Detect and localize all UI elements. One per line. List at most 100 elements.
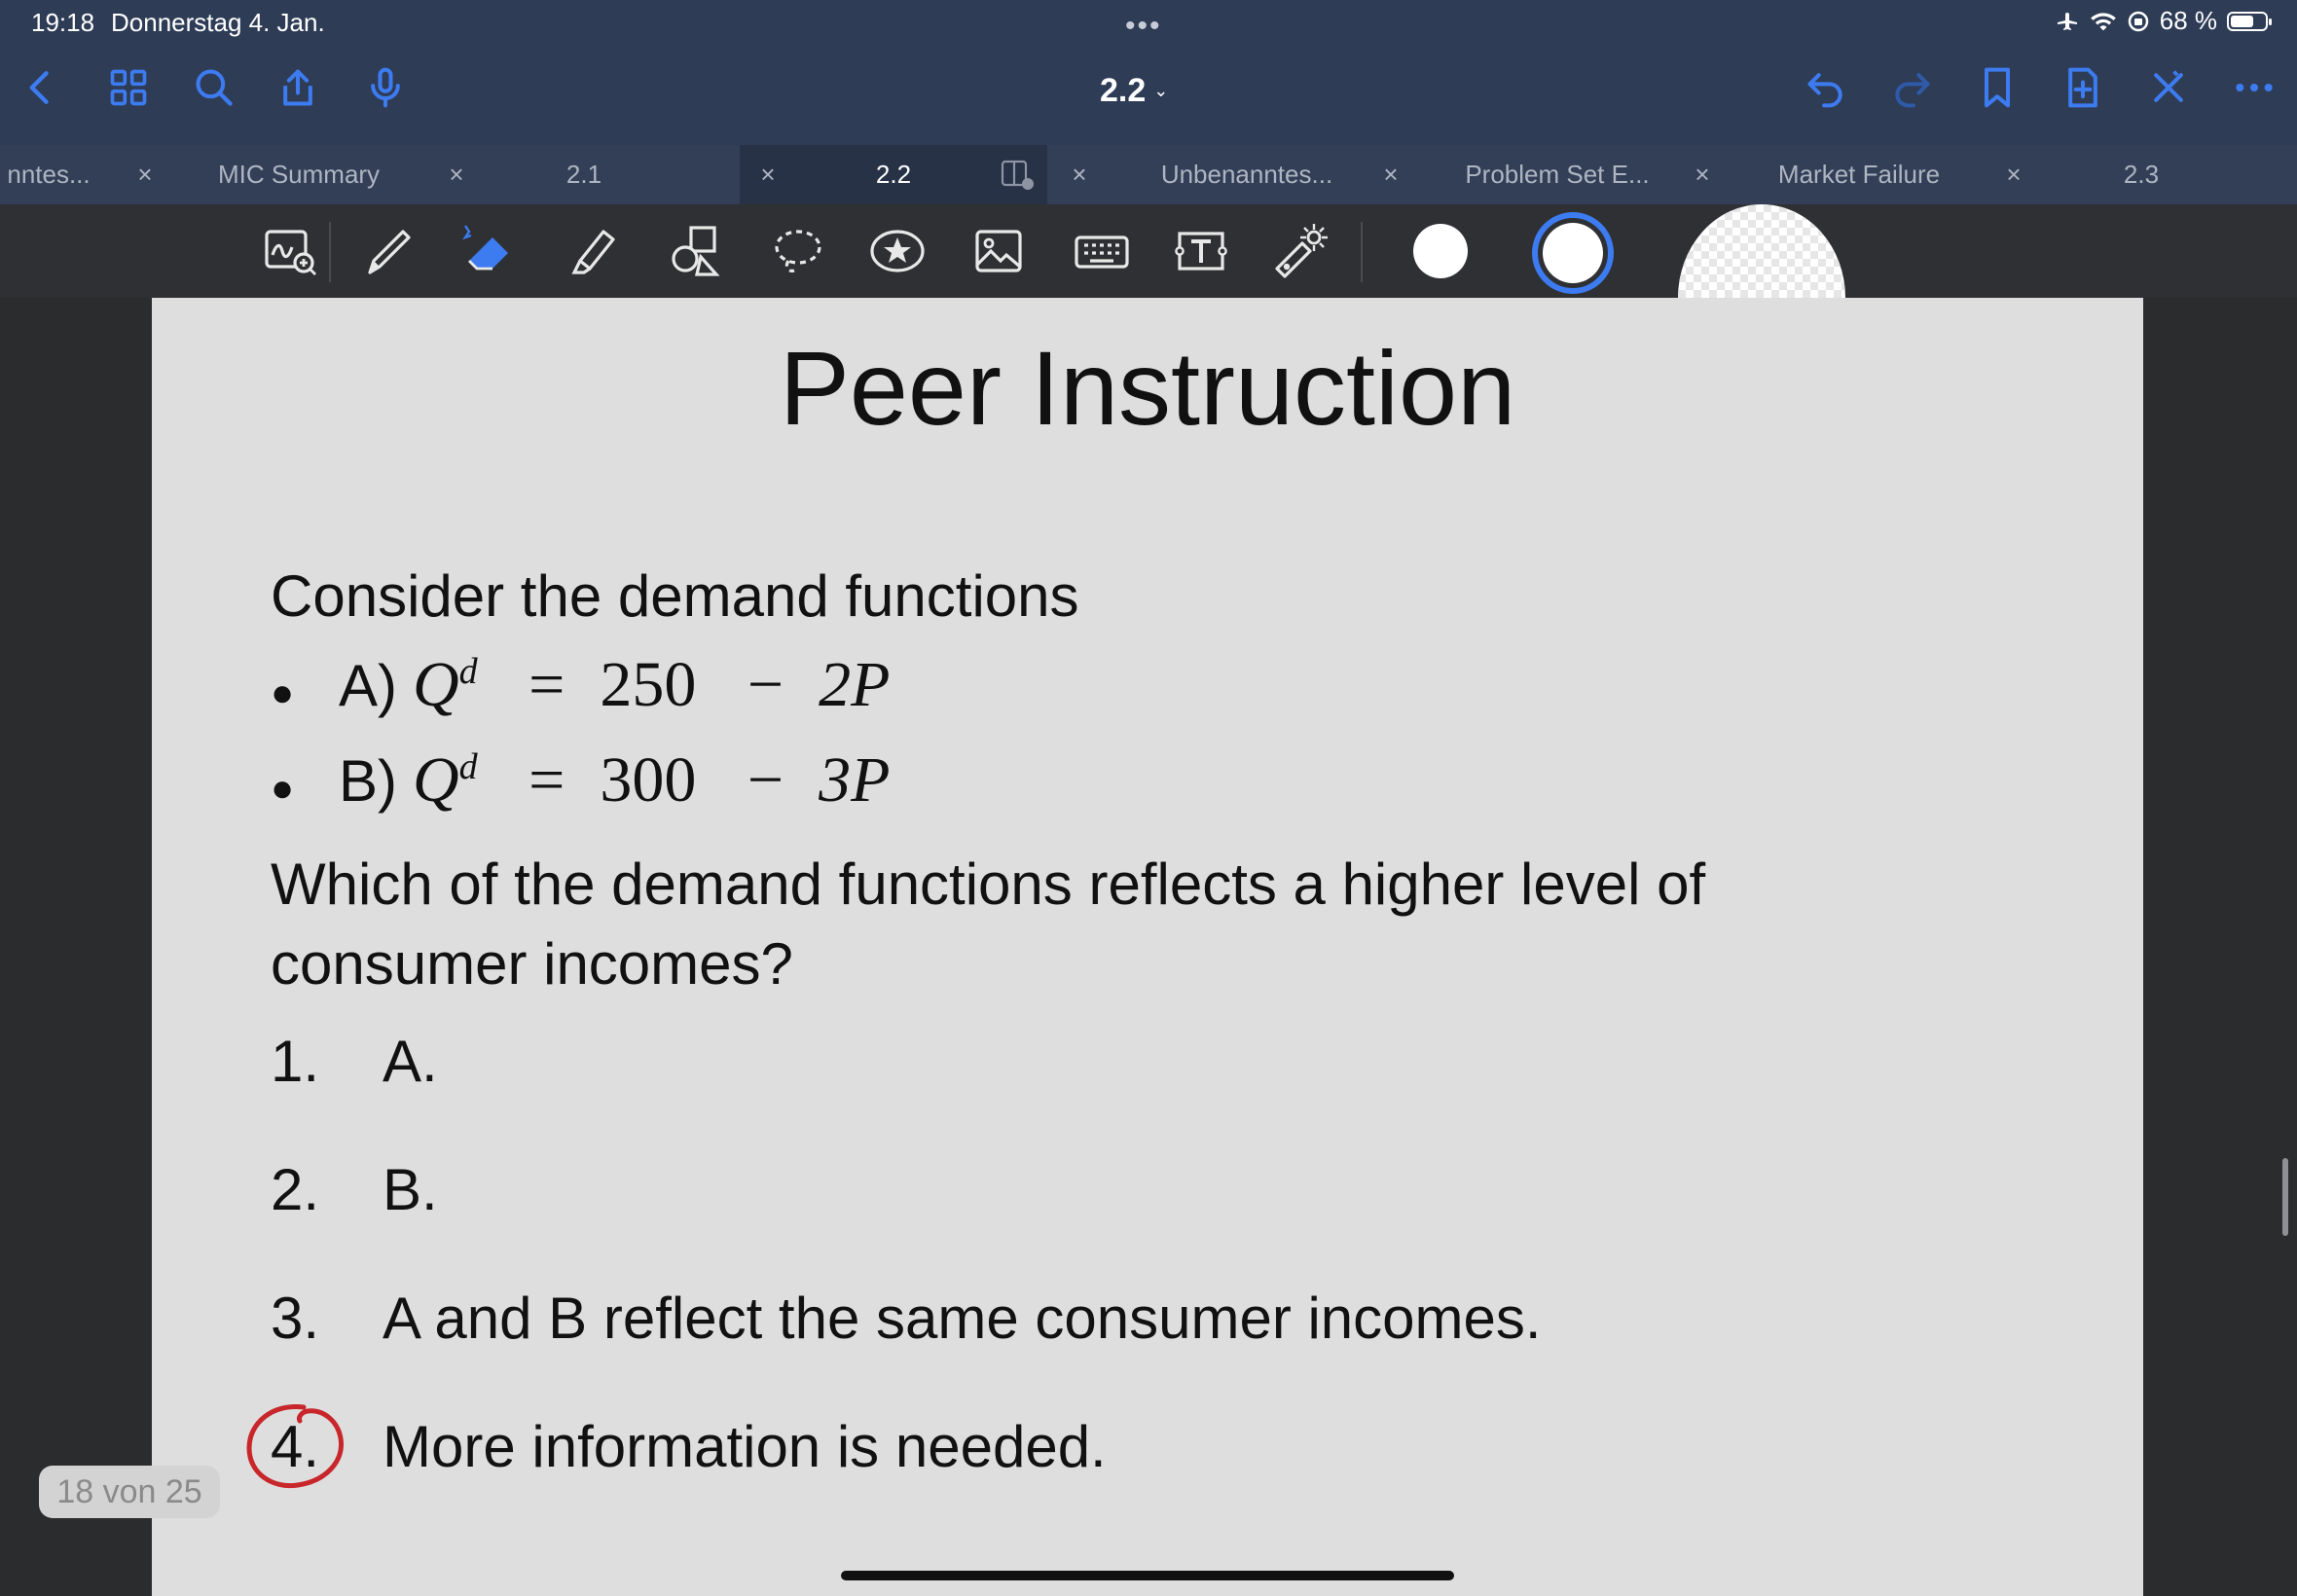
tab-close-icon[interactable]: × xyxy=(130,145,160,204)
tab-mic-summary[interactable]: MIC Summary xyxy=(191,145,407,204)
equation-a: Qd = 250 −2P xyxy=(413,648,890,722)
split-view-icon[interactable] xyxy=(1001,159,1036,192)
image-icon[interactable] xyxy=(966,218,1032,284)
tab-label: 2.3 xyxy=(2123,160,2160,189)
handwritten-circle-annotation[interactable] xyxy=(243,1401,350,1491)
document-tab-bar: nntes... × MIC Summary × 2.1 2.2 × × Unb… xyxy=(0,145,2297,204)
keyboard-icon[interactable] xyxy=(1069,218,1135,284)
shapes-icon[interactable] xyxy=(662,218,728,284)
tab-problem-set[interactable]: Problem Set E... xyxy=(1440,145,1674,204)
eq-term: 2P xyxy=(819,649,891,720)
text-box-icon[interactable] xyxy=(1168,218,1234,284)
slide-intro: Consider the demand functions xyxy=(271,563,1079,629)
tab-2-1[interactable]: 2.1 xyxy=(506,145,662,204)
eq-equals: = xyxy=(529,649,565,720)
tab-label: Unbenanntes... xyxy=(1160,160,1333,189)
redo-icon[interactable] xyxy=(1888,64,1935,111)
eq-sup: d xyxy=(458,651,478,692)
orientation-lock-icon xyxy=(2128,11,2148,31)
battery-fill xyxy=(2231,15,2253,27)
status-time: 19:18 xyxy=(31,8,95,37)
option-number: 1. xyxy=(271,1029,320,1094)
tab-unbenanntes[interactable]: Unbenanntes... xyxy=(1125,145,1368,204)
share-icon[interactable] xyxy=(274,64,321,111)
tab-label: nntes... xyxy=(7,160,91,189)
tab-close-icon[interactable]: × xyxy=(1065,145,1094,204)
tab-close-icon[interactable]: × xyxy=(1688,145,1717,204)
wifi-icon xyxy=(2090,12,2116,30)
answer-option-2: 2. B. xyxy=(271,1156,438,1223)
laser-pointer-icon[interactable] xyxy=(1265,218,1331,284)
size-swatch[interactable] xyxy=(1678,204,1845,298)
option-number: 3. xyxy=(271,1286,320,1351)
document-title: 2.2 xyxy=(1100,72,1147,109)
eq-sup: d xyxy=(458,746,478,787)
battery-icon xyxy=(2227,11,2272,31)
tab-label: 2.2 xyxy=(875,160,912,189)
option-number: 2. xyxy=(271,1157,320,1222)
eq-minus: − xyxy=(747,649,784,720)
grid-icon[interactable] xyxy=(105,64,152,111)
battery-percentage: 68 % xyxy=(2159,6,2217,35)
bullet-item-a: ● A) Qd = 250 −2P xyxy=(271,648,890,722)
slide-title: Peer Instruction xyxy=(779,329,1516,447)
eq-constant: 300 xyxy=(600,744,697,816)
bookmark-icon[interactable] xyxy=(1974,64,2021,111)
equation-b: Qd = 300 −3P xyxy=(413,744,890,817)
search-icon[interactable] xyxy=(191,64,237,111)
bullet-dot: ● xyxy=(271,671,295,714)
tab-close-icon[interactable]: × xyxy=(1376,145,1405,204)
color-swatch-2-selected[interactable] xyxy=(1532,212,1614,294)
question-line-2: consumer incomes? xyxy=(271,931,793,997)
question-line-1: Which of the demand functions reflects a… xyxy=(271,852,1706,917)
highlighter-icon[interactable] xyxy=(561,218,627,284)
undo-icon[interactable] xyxy=(1803,64,1849,111)
eq-minus: − xyxy=(747,744,784,816)
answer-option-4: 4. More information is needed. xyxy=(271,1413,1107,1480)
option-text: A. xyxy=(383,1029,438,1094)
more-icon[interactable] xyxy=(2231,64,2278,111)
eq-equals: = xyxy=(529,744,565,816)
tab-2-3[interactable]: 2.3 xyxy=(2063,145,2219,204)
chevron-down-icon: ⌄ xyxy=(1153,81,1169,100)
annotation-toolbar xyxy=(0,204,2297,298)
eq-constant: 250 xyxy=(600,649,697,720)
bullet-label: B) xyxy=(339,748,397,814)
tab-label: 2.1 xyxy=(565,160,602,189)
tab-unbenanntes-left[interactable]: nntes... xyxy=(0,145,97,204)
bullet-dot: ● xyxy=(271,767,295,810)
zoom-write-icon[interactable] xyxy=(257,218,323,284)
tab-close-icon[interactable]: × xyxy=(753,145,783,204)
tab-label: MIC Summary xyxy=(217,160,381,189)
home-indicator xyxy=(841,1571,1454,1580)
add-page-icon[interactable] xyxy=(2060,64,2106,111)
tab-close-icon[interactable]: × xyxy=(1999,145,2028,204)
multitasking-dots[interactable]: ••• xyxy=(1125,10,1162,43)
tab-label: Problem Set E... xyxy=(1465,160,1650,189)
tab-market-failure[interactable]: Market Failure xyxy=(1752,145,1966,204)
close-tools-icon[interactable] xyxy=(2145,64,2192,111)
airplane-icon xyxy=(2057,12,2077,30)
document-title-menu[interactable]: 2.2 ⌄ xyxy=(1100,72,1168,110)
color-swatch-1[interactable] xyxy=(1413,224,1468,278)
option-text: B. xyxy=(383,1157,438,1222)
bullet-label: A) xyxy=(339,653,397,718)
bullet-item-b: ● B) Qd = 300 −3P xyxy=(271,744,890,817)
eq-q: Q xyxy=(413,649,459,720)
page-indicator: 18 von 25 xyxy=(39,1466,220,1518)
scrollbar-handle[interactable] xyxy=(2282,1158,2288,1236)
lasso-icon[interactable] xyxy=(765,218,831,284)
sticker-icon[interactable] xyxy=(864,218,930,284)
tab-label: Market Failure xyxy=(1777,160,1941,189)
status-date: Donnerstag 4. Jan. xyxy=(111,8,325,37)
eraser-icon[interactable] xyxy=(457,218,524,284)
eq-q: Q xyxy=(413,744,459,816)
document-page[interactable]: Peer Instruction Consider the demand fun… xyxy=(152,298,2143,1596)
eq-term: 3P xyxy=(819,744,891,816)
status-indicators: 68 % xyxy=(2055,6,2272,36)
tab-close-icon[interactable]: × xyxy=(442,145,471,204)
pen-icon[interactable] xyxy=(356,218,422,284)
option-text: A and B reflect the same consumer income… xyxy=(383,1286,1542,1351)
back-chevron-icon[interactable] xyxy=(18,64,64,111)
microphone-icon[interactable] xyxy=(362,64,409,111)
